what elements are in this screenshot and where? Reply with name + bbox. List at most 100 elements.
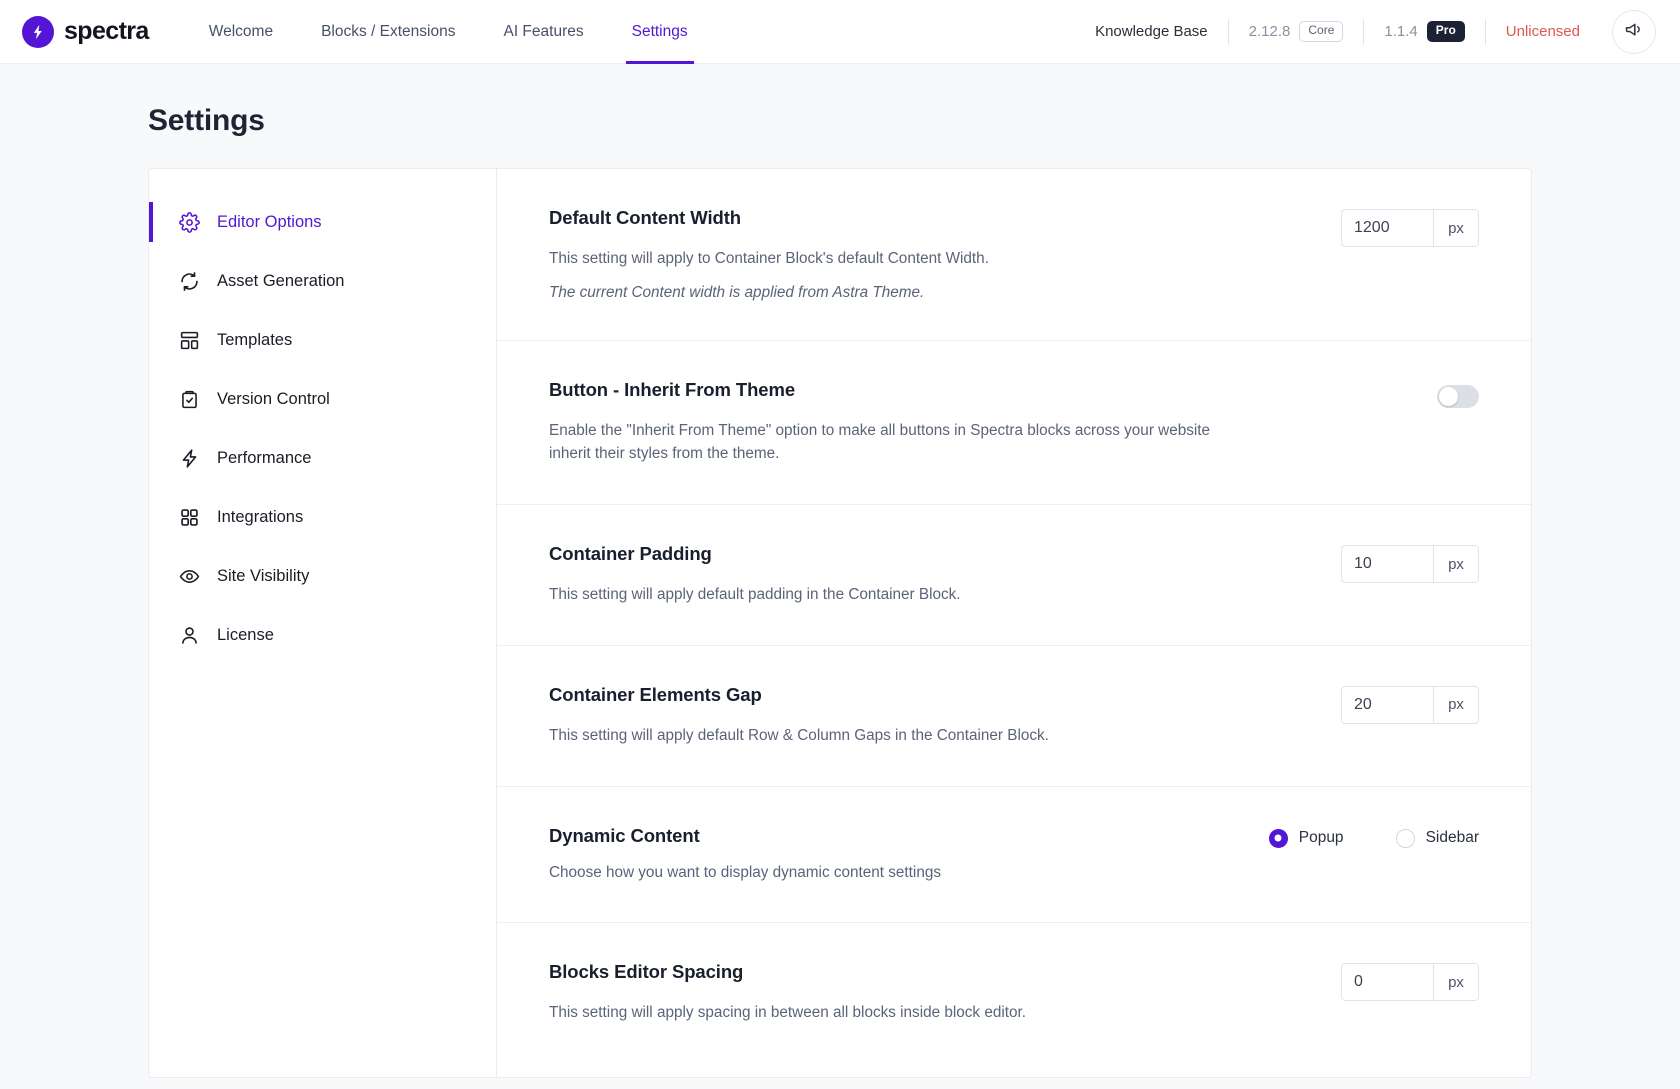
setting-text-block: Container Padding This setting will appl… bbox=[549, 543, 1229, 607]
blocks-editor-spacing-field[interactable]: px bbox=[1341, 963, 1479, 1002]
settings-page: Settings Editor Options Asset Generation… bbox=[0, 64, 1680, 1078]
license-status-link[interactable]: Unlicensed bbox=[1486, 23, 1600, 40]
setting-control: px bbox=[1341, 543, 1479, 584]
dynamic-content-radio-group: Popup Sidebar bbox=[1268, 827, 1479, 848]
setting-description: This setting will apply to Container Blo… bbox=[549, 250, 989, 267]
sidebar-item-label: License bbox=[217, 625, 274, 644]
setting-title: Blocks Editor Spacing bbox=[549, 961, 744, 983]
setting-row-button-inherit-from-theme: Button - Inherit From Theme Enable the "… bbox=[497, 341, 1531, 506]
knowledge-base-link[interactable]: Knowledge Base bbox=[1095, 23, 1228, 40]
radio-label: Popup bbox=[1298, 829, 1344, 847]
nav-item-welcome[interactable]: Welcome bbox=[185, 0, 297, 64]
setting-text-block: Container Elements Gap This setting will… bbox=[549, 684, 1229, 748]
eye-icon bbox=[178, 565, 200, 587]
sidebar-item-integrations[interactable]: Integrations bbox=[149, 498, 496, 536]
nav-item-settings[interactable]: Settings bbox=[608, 0, 712, 64]
setting-row-blocks-editor-spacing: Blocks Editor Spacing This setting will … bbox=[497, 923, 1531, 1063]
radio-option-popup[interactable]: Popup bbox=[1268, 828, 1344, 848]
sidebar-item-label: Version Control bbox=[217, 389, 330, 408]
page-title: Settings bbox=[148, 104, 265, 137]
radio-indicator bbox=[1268, 828, 1288, 848]
top-navigation-bar: spectra Welcome Blocks / Extensions AI F… bbox=[0, 0, 1680, 64]
default-content-width-field[interactable]: px bbox=[1341, 209, 1479, 247]
pro-version-number: 1.1.4 bbox=[1384, 23, 1418, 40]
megaphone-icon bbox=[1624, 19, 1644, 44]
setting-description: Choose how you want to display dynamic c… bbox=[549, 863, 941, 881]
sidebar-item-label: Editor Options bbox=[217, 212, 322, 231]
nav-item-label: Settings bbox=[631, 22, 688, 40]
core-version-group: 2.12.8 Core bbox=[1229, 21, 1364, 42]
sidebar-item-label: Site Visibility bbox=[217, 566, 310, 585]
lightning-icon bbox=[178, 447, 200, 469]
setting-control: px bbox=[1341, 961, 1479, 1002]
container-padding-input[interactable] bbox=[1341, 545, 1433, 584]
grid-icon bbox=[178, 506, 200, 528]
sidebar-item-templates[interactable]: Templates bbox=[149, 321, 496, 359]
setting-title: Dynamic Content bbox=[549, 824, 700, 846]
brand-name: spectra bbox=[64, 17, 149, 45]
unit-label: px bbox=[1433, 209, 1479, 247]
pro-badge: Pro bbox=[1426, 21, 1465, 42]
setting-row-default-content-width: Default Content Width This setting will … bbox=[497, 169, 1531, 341]
nav-item-blocks-extensions[interactable]: Blocks / Extensions bbox=[297, 0, 479, 64]
setting-description: Enable the "Inherit From Theme" option t… bbox=[549, 421, 1211, 463]
setting-text-block: Default Content Width This setting will … bbox=[549, 207, 1229, 302]
setting-note: The current Content width is applied fro… bbox=[549, 283, 925, 301]
sidebar-item-license[interactable]: License bbox=[149, 616, 496, 654]
button-inherit-toggle[interactable] bbox=[1437, 384, 1479, 408]
radio-label: Sidebar bbox=[1425, 829, 1479, 847]
setting-title: Button - Inherit From Theme bbox=[549, 378, 796, 400]
sidebar-item-site-visibility[interactable]: Site Visibility bbox=[149, 557, 496, 595]
sidebar-item-label: Integrations bbox=[217, 507, 304, 526]
sidebar-item-performance[interactable]: Performance bbox=[149, 439, 496, 477]
unit-label: px bbox=[1433, 963, 1479, 1002]
settings-sidebar: Editor Options Asset Generation Template… bbox=[149, 169, 497, 1077]
settings-content: Default Content Width This setting will … bbox=[497, 169, 1531, 1077]
clipboard-check-icon bbox=[178, 388, 200, 410]
sidebar-item-label: Templates bbox=[217, 330, 293, 349]
container-elements-gap-input[interactable] bbox=[1341, 685, 1433, 724]
nav-item-ai-features[interactable]: AI Features bbox=[479, 0, 607, 64]
setting-title: Container Padding bbox=[549, 543, 712, 565]
nav-item-label: Welcome bbox=[208, 22, 274, 40]
container-padding-field[interactable]: px bbox=[1341, 545, 1479, 584]
sidebar-item-label: Performance bbox=[217, 448, 312, 467]
setting-row-dynamic-content: Dynamic Content Choose how you want to d… bbox=[497, 787, 1531, 924]
setting-text-block: Button - Inherit From Theme Enable the "… bbox=[549, 379, 1229, 466]
refresh-icon bbox=[178, 270, 200, 292]
unit-label: px bbox=[1433, 685, 1479, 724]
blocks-editor-spacing-input[interactable] bbox=[1341, 963, 1433, 1002]
core-badge: Core bbox=[1299, 21, 1344, 42]
sidebar-item-asset-generation[interactable]: Asset Generation bbox=[149, 262, 496, 300]
gear-icon bbox=[178, 211, 200, 233]
radio-indicator bbox=[1395, 828, 1415, 848]
container-elements-gap-field[interactable]: px bbox=[1341, 685, 1479, 724]
setting-control bbox=[1437, 379, 1479, 408]
core-version-number: 2.12.8 bbox=[1248, 23, 1291, 40]
unit-label: px bbox=[1433, 545, 1479, 584]
setting-control: Popup Sidebar bbox=[1268, 825, 1479, 848]
spectra-bolt-logo-icon bbox=[22, 15, 54, 48]
setting-text-block: Blocks Editor Spacing This setting will … bbox=[549, 961, 1229, 1025]
default-content-width-input[interactable] bbox=[1341, 209, 1433, 247]
pro-version-group: 1.1.4 Pro bbox=[1364, 21, 1484, 42]
announcements-button[interactable] bbox=[1612, 9, 1656, 54]
layout-icon bbox=[178, 329, 200, 351]
sidebar-item-editor-options[interactable]: Editor Options bbox=[149, 202, 496, 242]
brand-logo[interactable]: spectra bbox=[22, 15, 149, 48]
setting-control: px bbox=[1341, 207, 1479, 247]
setting-title: Container Elements Gap bbox=[549, 683, 762, 705]
user-icon bbox=[178, 624, 200, 646]
setting-title: Default Content Width bbox=[549, 207, 741, 228]
setting-row-container-elements-gap: Container Elements Gap This setting will… bbox=[497, 646, 1531, 787]
setting-description: This setting will apply spacing in betwe… bbox=[549, 1004, 1027, 1022]
setting-row-container-padding: Container Padding This setting will appl… bbox=[497, 505, 1531, 646]
radio-option-sidebar[interactable]: Sidebar bbox=[1395, 828, 1479, 848]
sidebar-item-version-control[interactable]: Version Control bbox=[149, 380, 496, 418]
main-nav: Welcome Blocks / Extensions AI Features … bbox=[185, 0, 712, 64]
top-bar-right-group: Knowledge Base 2.12.8 Core 1.1.4 Pro Unl… bbox=[1095, 9, 1656, 54]
settings-panel: Editor Options Asset Generation Template… bbox=[148, 168, 1532, 1078]
setting-description: This setting will apply default padding … bbox=[549, 586, 961, 604]
setting-text-block: Dynamic Content Choose how you want to d… bbox=[549, 825, 1229, 885]
setting-control: px bbox=[1341, 684, 1479, 724]
